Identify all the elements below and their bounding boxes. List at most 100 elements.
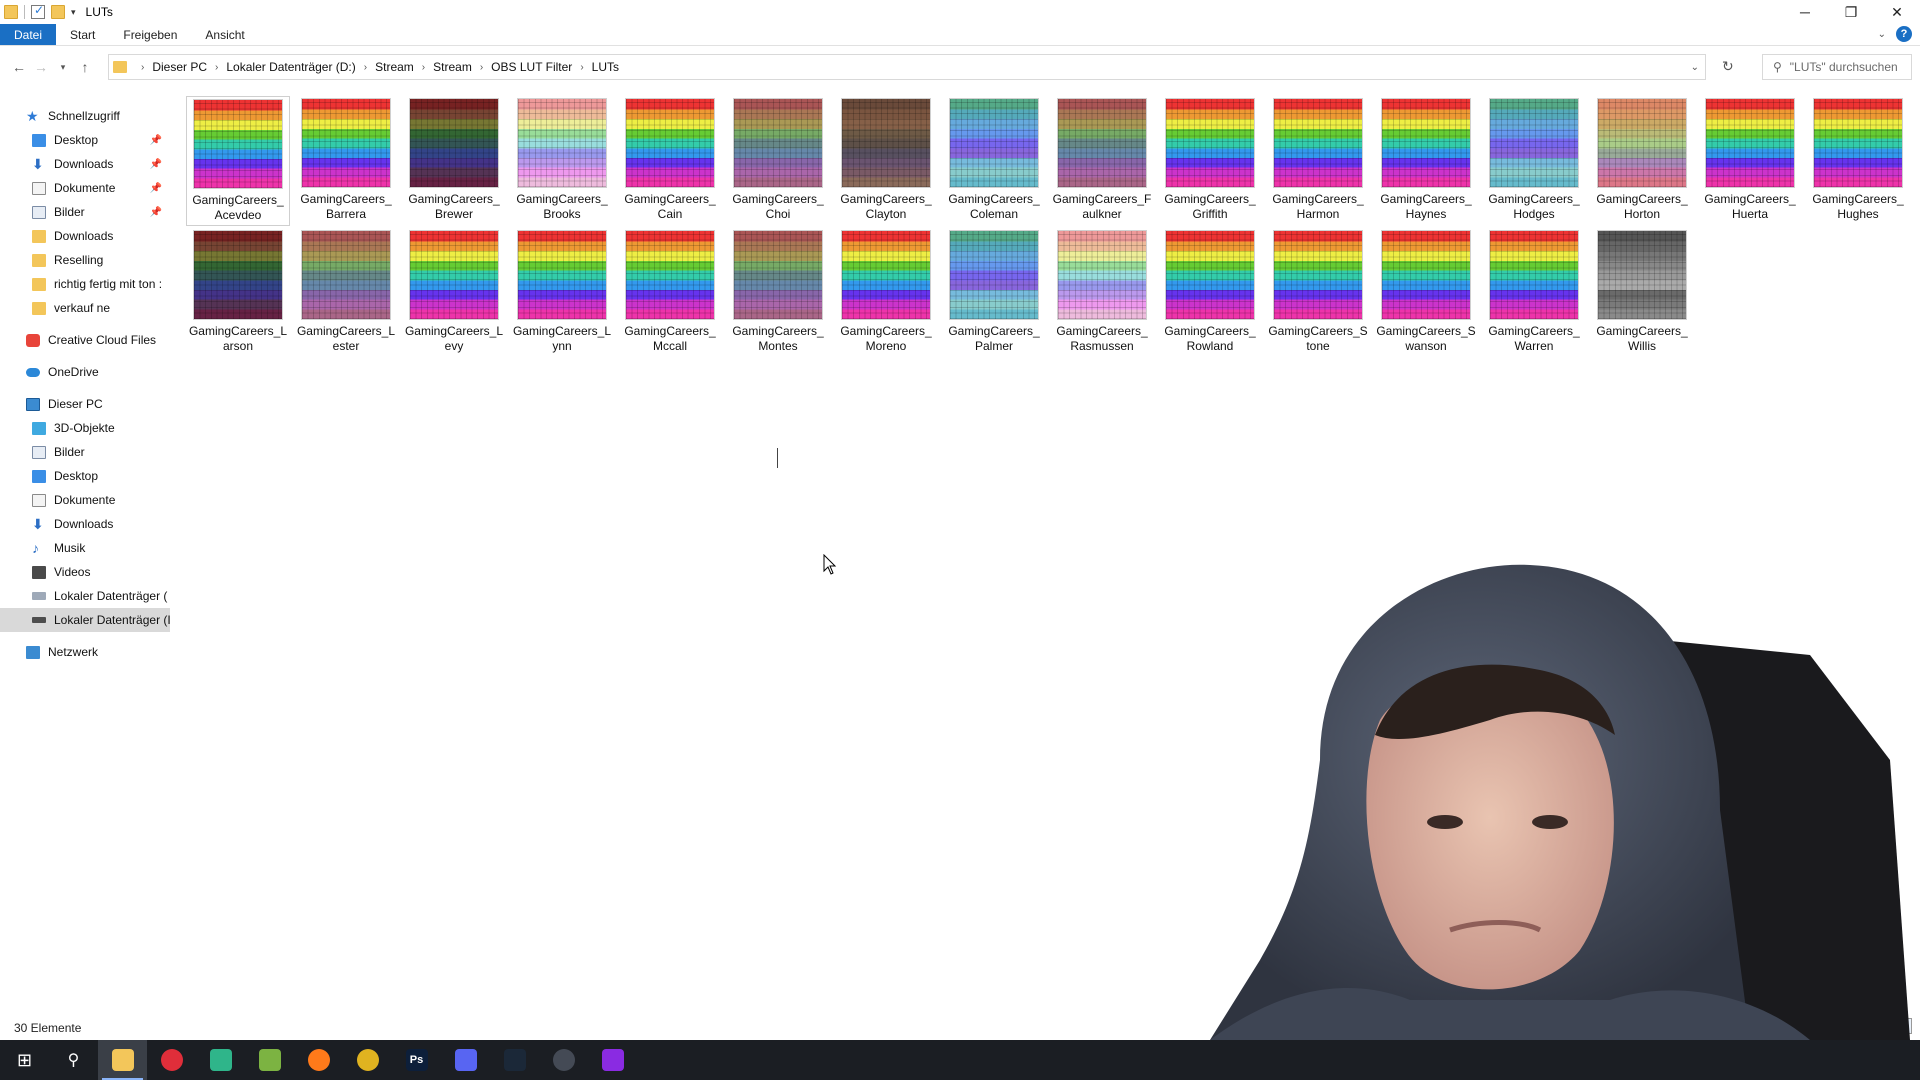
file-tile[interactable]: GamingCareers_L ester xyxy=(294,228,398,358)
file-tile[interactable]: GamingCareers_ Palmer xyxy=(942,228,1046,358)
breadcrumb-item[interactable]: Stream xyxy=(433,60,472,74)
file-tile[interactable]: GamingCareers_ Coleman xyxy=(942,96,1046,226)
sidebar-item-pc-documents[interactable]: Dokumente xyxy=(0,488,170,512)
breadcrumb-item[interactable]: OBS LUT Filter xyxy=(491,60,572,74)
lut-thumbnail xyxy=(1165,98,1255,188)
file-name: GamingCareers_L evy xyxy=(404,324,504,353)
breadcrumb-item[interactable]: Lokaler Datenträger (D:) xyxy=(226,60,355,74)
back-arrow-icon[interactable]: ← xyxy=(8,56,30,78)
sidebar-item-pictures[interactable]: Bilder 📌 xyxy=(0,200,170,224)
sidebar-item-local-disk-d[interactable]: Lokaler Datenträger (I xyxy=(0,608,170,632)
file-tile[interactable]: GamingCareers_ Rasmussen xyxy=(1050,228,1154,358)
sidebar-item-documents[interactable]: Dokumente 📌 xyxy=(0,176,170,200)
file-tile[interactable]: GamingCareers_ Brewer xyxy=(402,96,506,226)
refresh-icon[interactable]: ↻ xyxy=(1722,58,1734,75)
file-tile[interactable]: GamingCareers_ Barrera xyxy=(294,96,398,226)
desktop-icon xyxy=(32,133,46,147)
file-tile[interactable]: GamingCareers_ Choi xyxy=(726,96,830,226)
file-tile[interactable]: GamingCareers_L arson xyxy=(186,228,290,358)
file-tile[interactable]: GamingCareers_ Harmon xyxy=(1266,96,1370,226)
file-tile[interactable]: GamingCareers_S wanson xyxy=(1374,228,1478,358)
taskbar-button[interactable] xyxy=(588,1040,637,1080)
sidebar-item-verkauf-ne[interactable]: verkauf ne xyxy=(0,296,170,320)
taskbar-button[interactable] xyxy=(147,1040,196,1080)
tab-freigeben[interactable]: Freigeben xyxy=(109,24,191,45)
taskbar-button[interactable] xyxy=(539,1040,588,1080)
help-icon[interactable]: ? xyxy=(1896,26,1912,42)
forward-arrow-icon[interactable]: → xyxy=(30,56,52,78)
file-tile[interactable]: GamingCareers_ Brooks xyxy=(510,96,614,226)
minimize-button[interactable]: ─ xyxy=(1782,0,1828,24)
file-tile[interactable]: GamingCareers_ Cain xyxy=(618,96,722,226)
taskbar-button[interactable]: ⊞ xyxy=(0,1040,49,1080)
lut-thumbnail xyxy=(1057,98,1147,188)
file-tile[interactable]: GamingCareers_ Horton xyxy=(1590,96,1694,226)
close-button[interactable]: ✕ xyxy=(1874,0,1920,24)
file-name: GamingCareers_ Moreno xyxy=(840,324,932,353)
file-tile[interactable]: GamingCareers_ Rowland xyxy=(1158,228,1262,358)
sidebar-item-network[interactable]: Netzwerk xyxy=(0,640,170,664)
sidebar-item-downloads[interactable]: ⬇ Downloads 📌 xyxy=(0,152,170,176)
file-tile[interactable]: GamingCareers_ Griffith xyxy=(1158,96,1262,226)
file-tile[interactable]: GamingCareers_F aulkner xyxy=(1050,96,1154,226)
file-tile[interactable]: GamingCareers_ Hodges xyxy=(1482,96,1586,226)
recent-locations-icon[interactable]: ▾ xyxy=(52,56,74,78)
file-tile[interactable]: GamingCareers_ Mccall xyxy=(618,228,722,358)
sidebar-item-3d-objects[interactable]: 3D-Objekte xyxy=(0,416,170,440)
taskbar-button[interactable] xyxy=(98,1040,147,1080)
new-folder-icon[interactable] xyxy=(51,5,65,19)
file-tile[interactable]: GamingCareers_L evy xyxy=(402,228,506,358)
sidebar-item-richtig-fertig[interactable]: richtig fertig mit ton : xyxy=(0,272,170,296)
file-tile[interactable]: GamingCareers_L ynn xyxy=(510,228,614,358)
taskbar-button[interactable] xyxy=(196,1040,245,1080)
up-arrow-icon[interactable]: ↑ xyxy=(74,56,96,78)
chevron-down-icon[interactable]: ⌄ xyxy=(1691,62,1699,73)
file-tile[interactable]: GamingCareers_ Hughes xyxy=(1806,96,1910,226)
file-tile[interactable]: GamingCareers_ Acevdeo xyxy=(186,96,290,226)
sidebar-item-reselling[interactable]: Reselling xyxy=(0,248,170,272)
breadcrumb-item[interactable]: LUTs xyxy=(592,60,619,74)
sidebar-item-downloads-folder[interactable]: Downloads xyxy=(0,224,170,248)
tab-datei[interactable]: Datei xyxy=(0,24,57,45)
sidebar-item-pc-desktop[interactable]: Desktop xyxy=(0,464,170,488)
breadcrumb-item[interactable]: Stream xyxy=(375,60,414,74)
navigation-pane: ★ Schnellzugriff Desktop 📌 ⬇ Downloads 📌 Dok… xyxy=(0,104,170,1024)
breadcrumb-item[interactable]: Dieser PC xyxy=(152,60,207,74)
file-tile[interactable]: GamingCareers_ Moreno xyxy=(834,228,938,358)
taskbar-button[interactable] xyxy=(490,1040,539,1080)
file-tile[interactable]: GamingCareers_ Clayton xyxy=(834,96,938,226)
sidebar-item-desktop[interactable]: Desktop 📌 xyxy=(0,128,170,152)
tab-ansicht[interactable]: Ansicht xyxy=(191,24,258,45)
sidebar-item-this-pc[interactable]: Dieser PC xyxy=(0,392,170,416)
sidebar-item-local-disk-c[interactable]: Lokaler Datenträger ( xyxy=(0,584,170,608)
window-title: LUTs xyxy=(85,5,113,19)
taskbar-button[interactable] xyxy=(441,1040,490,1080)
sidebar-item-videos[interactable]: Videos xyxy=(0,560,170,584)
search-input[interactable]: ⚲ "LUTs" durchsuchen xyxy=(1762,54,1912,80)
sidebar-item-quick-access[interactable]: ★ Schnellzugriff xyxy=(0,104,170,128)
taskbar-button[interactable]: Ps xyxy=(392,1040,441,1080)
taskbar-button[interactable] xyxy=(245,1040,294,1080)
file-tile[interactable]: GamingCareers_ Warren xyxy=(1482,228,1586,358)
taskbar-button[interactable] xyxy=(294,1040,343,1080)
tab-start[interactable]: Start xyxy=(56,24,109,45)
taskbar-button[interactable] xyxy=(343,1040,392,1080)
taskbar-button[interactable]: ⚲ xyxy=(49,1040,98,1080)
address-bar[interactable]: › Dieser PC › Lokaler Datenträger (D:) ›… xyxy=(108,54,1706,80)
sidebar-item-onedrive[interactable]: OneDrive xyxy=(0,360,170,384)
sidebar-item-pc-downloads[interactable]: ⬇ Downloads xyxy=(0,512,170,536)
chevron-down-icon[interactable]: ▾ xyxy=(71,7,76,18)
file-tile[interactable]: GamingCareers_ Huerta xyxy=(1698,96,1802,226)
sidebar-item-pc-pictures[interactable]: Bilder xyxy=(0,440,170,464)
sidebar-item-music[interactable]: ♪ Musik xyxy=(0,536,170,560)
file-tile[interactable]: GamingCareers_S tone xyxy=(1266,228,1370,358)
properties-icon[interactable] xyxy=(31,3,45,19)
file-tile[interactable]: GamingCareers_ Willis xyxy=(1590,228,1694,358)
lut-thumbnail xyxy=(301,230,391,320)
file-tile[interactable]: GamingCareers_ Montes xyxy=(726,228,830,358)
sidebar-item-label: Dokumente xyxy=(54,181,116,195)
file-tile[interactable]: GamingCareers_ Haynes xyxy=(1374,96,1478,226)
sidebar-item-creative-cloud[interactable]: Creative Cloud Files xyxy=(0,328,170,352)
expand-ribbon-icon[interactable]: ⌄ xyxy=(1878,29,1886,40)
restore-button[interactable]: ❐ xyxy=(1828,0,1874,24)
